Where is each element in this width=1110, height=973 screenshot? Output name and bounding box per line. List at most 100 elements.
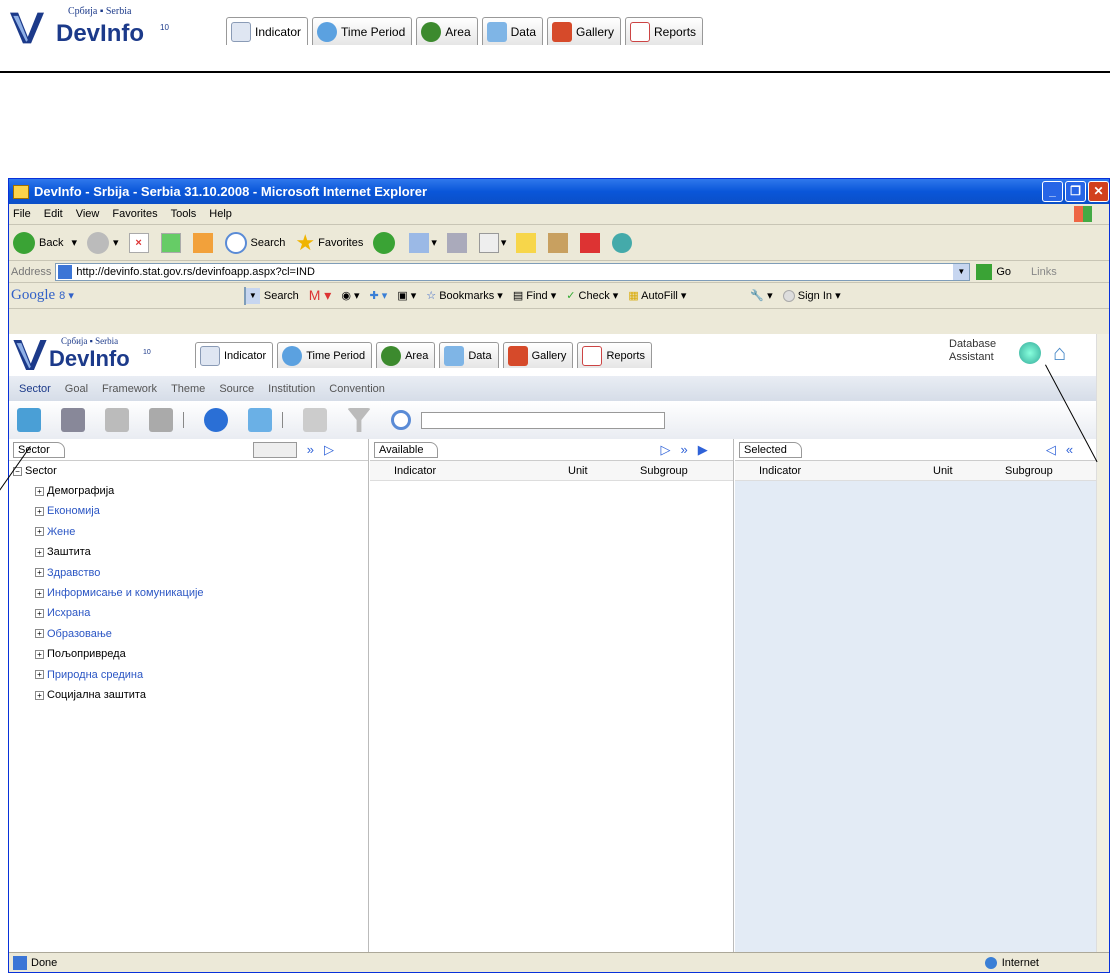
- app-tab-time-period[interactable]: Time Period: [277, 342, 373, 368]
- menu-file[interactable]: File: [13, 208, 31, 220]
- tree-item[interactable]: + Исхрана: [13, 604, 368, 624]
- open-folder-icon[interactable]: [17, 408, 41, 432]
- bookmarks-button[interactable]: ☆ Bookmarks ▾: [426, 289, 503, 302]
- add-arrow-icon[interactable]: ▷: [324, 442, 334, 458]
- col-subgroup[interactable]: Subgroup: [1005, 465, 1053, 477]
- expand-icon[interactable]: +: [35, 649, 44, 659]
- nav-convention[interactable]: Convention: [329, 383, 385, 395]
- sector-tab[interactable]: Sector: [13, 441, 65, 458]
- gmail-icon[interactable]: M ▾: [309, 287, 332, 304]
- tab-data[interactable]: Data: [481, 17, 543, 45]
- go-button[interactable]: Go: [976, 263, 1011, 280]
- database-assistant[interactable]: Database Assistant: [949, 338, 996, 364]
- search-icon[interactable]: [391, 410, 411, 430]
- available-tab[interactable]: Available: [374, 441, 439, 458]
- app-tab-indicator[interactable]: Indicator: [195, 342, 274, 368]
- nav-framework[interactable]: Framework: [102, 383, 157, 395]
- minimize-button[interactable]: _: [1042, 181, 1063, 202]
- home-icon[interactable]: ⌂: [1053, 340, 1066, 366]
- google-search-button[interactable]: Search: [264, 290, 299, 302]
- menu-favorites[interactable]: Favorites: [112, 208, 157, 220]
- tree-item[interactable]: + Социјална заштита: [13, 686, 368, 706]
- menu-view[interactable]: View: [76, 208, 100, 220]
- assistant-people-icon[interactable]: [1019, 342, 1041, 364]
- page-scrollbar[interactable]: [1096, 334, 1109, 953]
- tree-item[interactable]: + Демографија: [13, 482, 368, 502]
- notes-button[interactable]: [516, 232, 538, 253]
- tab-reports[interactable]: Reports: [625, 17, 704, 45]
- tree-item[interactable]: + Економија: [13, 502, 368, 522]
- nav-sector[interactable]: Sector: [19, 383, 51, 395]
- tree-item[interactable]: + Пољопривреда: [13, 645, 368, 665]
- tab-time-period[interactable]: Time Period: [312, 17, 413, 45]
- expand-icon[interactable]: +: [35, 588, 44, 598]
- metadata-icon[interactable]: [303, 408, 327, 432]
- tab-indicator[interactable]: Indicator: [226, 17, 309, 45]
- tree-item[interactable]: + Жене: [13, 523, 368, 543]
- research-button[interactable]: [548, 232, 570, 253]
- move-arrow-icon[interactable]: ▶: [698, 442, 708, 458]
- database-icon[interactable]: [105, 408, 129, 432]
- filter-icon[interactable]: [347, 408, 371, 432]
- tree-item[interactable]: + Здравство: [13, 564, 368, 584]
- autofill-button[interactable]: ▦ AutoFill ▾: [628, 289, 686, 302]
- expand-icon[interactable]: +: [35, 486, 44, 496]
- nav-source[interactable]: Source: [219, 383, 254, 395]
- window-titlebar[interactable]: DevInfo - Srbija - Serbia 31.10.2008 - M…: [9, 179, 1109, 204]
- maximize-button[interactable]: ❐: [1065, 181, 1086, 202]
- menu-edit[interactable]: Edit: [44, 208, 63, 220]
- find-button[interactable]: ▤ Find ▾: [513, 289, 556, 302]
- links-label[interactable]: Links: [1031, 266, 1057, 278]
- nav-goal[interactable]: Goal: [65, 383, 88, 395]
- tab-area[interactable]: Area: [416, 17, 478, 45]
- google-search-dropdown-icon[interactable]: ▼: [245, 287, 260, 304]
- tree-item[interactable]: + Заштита: [13, 543, 368, 563]
- menu-help[interactable]: Help: [209, 208, 232, 220]
- address-input[interactable]: http://devinfo.stat.gov.rs/devinfoapp.as…: [55, 262, 971, 281]
- favorites-button[interactable]: ★ Favorites: [295, 230, 363, 256]
- col-unit[interactable]: Unit: [933, 465, 1005, 477]
- signin-button[interactable]: Sign In ▾: [782, 289, 841, 303]
- expand-icon[interactable]: +: [35, 690, 44, 700]
- menu-tools[interactable]: Tools: [171, 208, 197, 220]
- close-button[interactable]: ✕: [1088, 181, 1109, 202]
- tree-item[interactable]: + Информисање и комуникације: [13, 584, 368, 604]
- col-indicator[interactable]: Indicator: [759, 465, 933, 477]
- app-tab-gallery[interactable]: Gallery: [502, 342, 574, 368]
- messenger-button[interactable]: [612, 232, 634, 253]
- selected-tab[interactable]: Selected: [739, 441, 802, 458]
- print-button[interactable]: [446, 232, 469, 253]
- back-button[interactable]: Back ▾: [13, 231, 77, 254]
- history-button[interactable]: [373, 231, 399, 254]
- check-button[interactable]: ✓ Check ▾: [566, 289, 618, 302]
- info-icon[interactable]: [204, 408, 228, 432]
- search-button[interactable]: Search: [224, 231, 285, 254]
- plus-icon[interactable]: ✚ ▾: [370, 289, 388, 302]
- popup-blocker-icon[interactable]: ▣ ▾: [397, 289, 416, 302]
- expand-icon[interactable]: +: [35, 670, 44, 680]
- expand-icon[interactable]: +: [35, 608, 44, 618]
- stop-button[interactable]: ×: [128, 232, 151, 253]
- expand-icon[interactable]: +: [35, 527, 44, 537]
- add-all-arrow-icon[interactable]: »: [307, 442, 314, 457]
- tree-item[interactable]: + Природна средина: [13, 666, 368, 686]
- mail-button[interactable]: ▾: [409, 232, 437, 253]
- select-arrow-icon[interactable]: ▷: [660, 442, 670, 458]
- tree-item[interactable]: + Образовање: [13, 625, 368, 645]
- expand-icon[interactable]: +: [35, 547, 44, 557]
- app-tab-area[interactable]: Area: [376, 342, 436, 368]
- col-unit[interactable]: Unit: [568, 465, 640, 477]
- dropdown-arrow-icon[interactable]: ▼: [953, 263, 970, 280]
- edit-button[interactable]: ▾: [478, 232, 506, 253]
- indicator-search-input[interactable]: [421, 411, 665, 429]
- expand-icon[interactable]: +: [35, 506, 44, 516]
- settings-wrench-icon[interactable]: 🔧 ▾: [750, 289, 772, 302]
- print-icon[interactable]: [61, 408, 85, 432]
- nav-theme[interactable]: Theme: [171, 383, 205, 395]
- sort-icon[interactable]: [248, 408, 272, 432]
- tree-root[interactable]: − Sector: [13, 465, 368, 477]
- app-tab-data[interactable]: Data: [439, 342, 499, 368]
- panel-tools-icon[interactable]: [252, 441, 297, 458]
- pagerank-icon[interactable]: ◉ ▾: [341, 289, 359, 302]
- home-button[interactable]: [192, 232, 215, 253]
